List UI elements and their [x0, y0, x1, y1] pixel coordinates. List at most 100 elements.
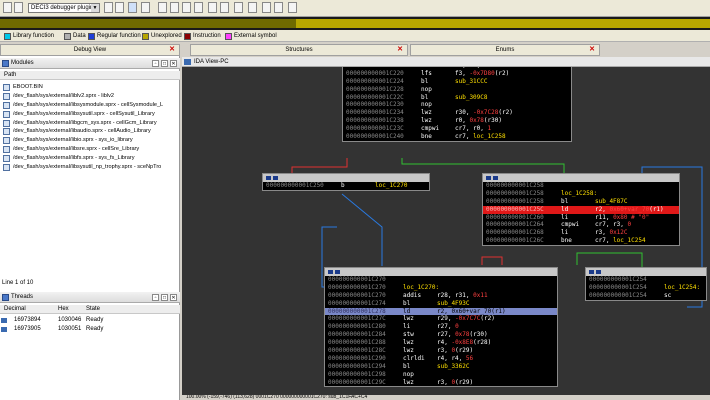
toolbar-icon-button[interactable]: [158, 2, 167, 13]
toolbar-icon-button[interactable]: [170, 2, 179, 13]
disasm-line[interactable]: 000000000001C228 nop: [343, 86, 571, 94]
disasm-line[interactable]: 000000000001C294 bl sub_3362C: [325, 363, 557, 371]
disasm-line[interactable]: 000000000001C270 loc_1C270:: [325, 284, 557, 292]
disasm-operands: r2, 0x60+var_70(r1): [437, 307, 506, 315]
disasm-line[interactable]: 000000000001C258 loc_1C258:: [483, 190, 679, 198]
disasm-line[interactable]: 000000000001C230 nop: [343, 101, 571, 109]
module-path: /dev_flash/sys/external/libgcm_sys.sprx …: [13, 119, 157, 126]
toolbar-icon-button[interactable]: [288, 2, 297, 13]
disasm-address: 000000000001C26C: [486, 237, 544, 245]
list-item[interactable]: EBOOT.BIN: [0, 83, 180, 92]
restore-icon[interactable]: ▫: [152, 294, 159, 301]
restore-icon[interactable]: ▫: [152, 60, 159, 67]
node-top[interactable]: 000000000001C21Corir6, r6, 0x1010 + 0x10…: [342, 67, 572, 142]
disasm-line[interactable]: 000000000001C270: [325, 276, 557, 284]
maximize-icon[interactable]: □: [161, 294, 168, 301]
disasm-line[interactable]: 000000000001C280 li r27, 0: [325, 323, 557, 331]
toolbar-icon-button[interactable]: [208, 2, 217, 13]
toolbar-icon-button[interactable]: [141, 2, 150, 13]
module-path: /dev_flash/sys/external/libfs.sprx - sys…: [13, 155, 135, 162]
disasm-line[interactable]: 000000000001C264 cmpwi cr7, r3, 0: [483, 221, 679, 229]
toolbar-icon-button[interactable]: [274, 2, 283, 13]
toolbar-icon-button[interactable]: [115, 2, 124, 13]
disasm-line[interactable]: 000000000001C23C cmpwi cr7, r0, 1: [343, 125, 571, 133]
tab-enums[interactable]: Enums ✕: [410, 44, 600, 56]
disasm-line[interactable]: 000000000001C298 nop: [325, 371, 557, 379]
toolbar-icon-button[interactable]: [3, 2, 12, 13]
disasm-mnemonic: cmpwi: [421, 125, 440, 133]
close-icon[interactable]: ✕: [396, 46, 404, 54]
disasm-operands: f3, -0x7D80(r2): [455, 69, 510, 77]
disasm-line[interactable]: 000000000001C238 lwz r0, 0x78(r30): [343, 117, 571, 125]
table-row[interactable]: 16973905 1030051 Ready: [0, 325, 180, 334]
disasm-line[interactable]: 000000000001C240 bne cr7, loc_1C258: [343, 133, 571, 141]
debugger-select[interactable]: DECI3 debugger plugin ▼: [28, 3, 100, 13]
toolbar-icon-button[interactable]: [104, 2, 113, 13]
close-icon[interactable]: ✕: [170, 60, 177, 67]
disasm-line[interactable]: 000000000001C278 ld r2, 0x60+var_70(r1): [325, 307, 557, 316]
toolbar-icon-button[interactable]: [234, 2, 243, 13]
node-left[interactable]: 000000000001C250 b loc_1C270: [262, 173, 430, 191]
disasm-line[interactable]: 000000000001C258: [483, 182, 679, 190]
toolbar-icon-button[interactable]: [182, 2, 191, 13]
list-item[interactable]: /dev_flash/sys/external/libsysutil.sprx …: [0, 110, 180, 119]
disasm-line[interactable]: 000000000001C28C lwz r3, 0(r29): [325, 347, 557, 355]
disasm-operands: r0, 0x78(r30): [455, 117, 502, 125]
close-icon[interactable]: ✕: [168, 46, 176, 54]
list-item[interactable]: /dev_flash/sys/external/libsre.sprx - ce…: [0, 145, 180, 154]
disasm-line[interactable]: 000000000001C220 lfs f3, -0x7D80(r2): [343, 70, 571, 78]
disasm-mnemonic: addis: [403, 291, 422, 299]
graph-view[interactable]: 000000000001C21Corir6, r6, 0x1010 + 0x10…: [182, 67, 710, 395]
list-item[interactable]: /dev_flash/sys/external/libaudio.sprx - …: [0, 127, 180, 136]
disasm-line[interactable]: 000000000001C284 stw r27, 0x78(r30): [325, 331, 557, 339]
node-far-right[interactable]: 000000000001C254 000000000001C254 loc_1C25…: [585, 267, 707, 301]
disasm-line[interactable]: 000000000001C27C lwz r29, -0x7C7C(r2): [325, 315, 557, 323]
toolbar-icon-button[interactable]: [194, 2, 203, 13]
decimal-column-header[interactable]: Decimal: [4, 305, 26, 314]
disasm-line[interactable]: 000000000001C268 li r3, 0x12C: [483, 229, 679, 237]
disasm-line[interactable]: 000000000001C270 addis r28, r31, 0x11: [325, 292, 557, 300]
disasm-line[interactable]: 000000000001C290 clrldi r4, r4, 56: [325, 355, 557, 363]
disasm-line[interactable]: 000000000001C224 bl sub_31CCC: [343, 78, 571, 86]
disasm-address: 000000000001C22C: [346, 93, 404, 101]
tab-structures[interactable]: Structures ✕: [190, 44, 408, 56]
list-item[interactable]: /dev_flash/sys/external/libgcm_sys.sprx …: [0, 119, 180, 128]
disasm-line[interactable]: 000000000001C26C bne cr7, loc_1C254: [483, 237, 679, 245]
state-column-header[interactable]: State: [86, 305, 100, 314]
ida-view-title[interactable]: IDA View-PC: [182, 57, 710, 67]
disasm-line[interactable]: 000000000001C250 b loc_1C270: [263, 182, 429, 190]
toolbar-icon-button[interactable]: [128, 2, 137, 13]
list-item[interactable]: /dev_flash/sys/external/libfs.sprx - sys…: [0, 154, 180, 163]
disasm-line[interactable]: 000000000001C288 lwz r4, -0x8E8(r28): [325, 339, 557, 347]
toolbar-icon-button[interactable]: [262, 2, 271, 13]
legend-item: Library function: [4, 33, 54, 40]
disasm-line[interactable]: 000000000001C254 loc_1C254:: [586, 284, 706, 292]
close-icon[interactable]: ✕: [170, 294, 177, 301]
disasm-line[interactable]: 000000000001C258 bl sub_4F87C: [483, 198, 679, 206]
toolbar-icon-button[interactable]: [14, 2, 23, 13]
close-icon[interactable]: ✕: [588, 46, 596, 54]
tab-debug-view[interactable]: Debug View ✕: [0, 44, 180, 56]
node-bottom[interactable]: 000000000001C270 000000000001C270 loc_1C27…: [324, 267, 558, 388]
disasm-operands: cr7, r3, 0: [595, 221, 632, 229]
disasm-line[interactable]: 000000000001C254 sc: [586, 292, 706, 300]
toolbar-icon-button[interactable]: [248, 2, 257, 13]
maximize-icon[interactable]: □: [161, 60, 168, 67]
disasm-line[interactable]: 000000000001C29C lwz r3, 0(r29): [325, 379, 557, 387]
modules-column-header[interactable]: Path: [0, 71, 180, 80]
list-item[interactable]: /dev_flash/sys/external/libsysmodule.spr…: [0, 101, 180, 110]
disasm-line[interactable]: 000000000001C254: [586, 276, 706, 284]
toolbar-icon-button[interactable]: [220, 2, 229, 13]
disasm-line[interactable]: 000000000001C260 li r11, 0x80 # "0": [483, 214, 679, 222]
navigation-band[interactable]: [0, 17, 710, 30]
disasm-line[interactable]: 000000000001C25C ld r2, 0x60+var_70(r1): [483, 205, 679, 214]
node-right[interactable]: 000000000001C258 000000000001C258 loc_1C25…: [482, 173, 680, 247]
list-item[interactable]: /dev_flash/sys/external/liblv2.sprx - li…: [0, 92, 180, 101]
list-item[interactable]: /dev_flash/sys/external/libio.sprx - sys…: [0, 136, 180, 145]
table-row[interactable]: 16973894 1030046 Ready: [0, 316, 180, 325]
list-item[interactable]: /dev_flash/sys/external/libsysutil_np_tr…: [0, 163, 180, 172]
hex-column-header[interactable]: Hex: [58, 305, 69, 314]
disasm-line[interactable]: 000000000001C234 lwz r30, -0x7C28(r2): [343, 109, 571, 117]
disasm-line[interactable]: 000000000001C274 bl sub_4F93C: [325, 300, 557, 308]
disasm-line[interactable]: 000000000001C22C bl sub_309C8: [343, 94, 571, 102]
